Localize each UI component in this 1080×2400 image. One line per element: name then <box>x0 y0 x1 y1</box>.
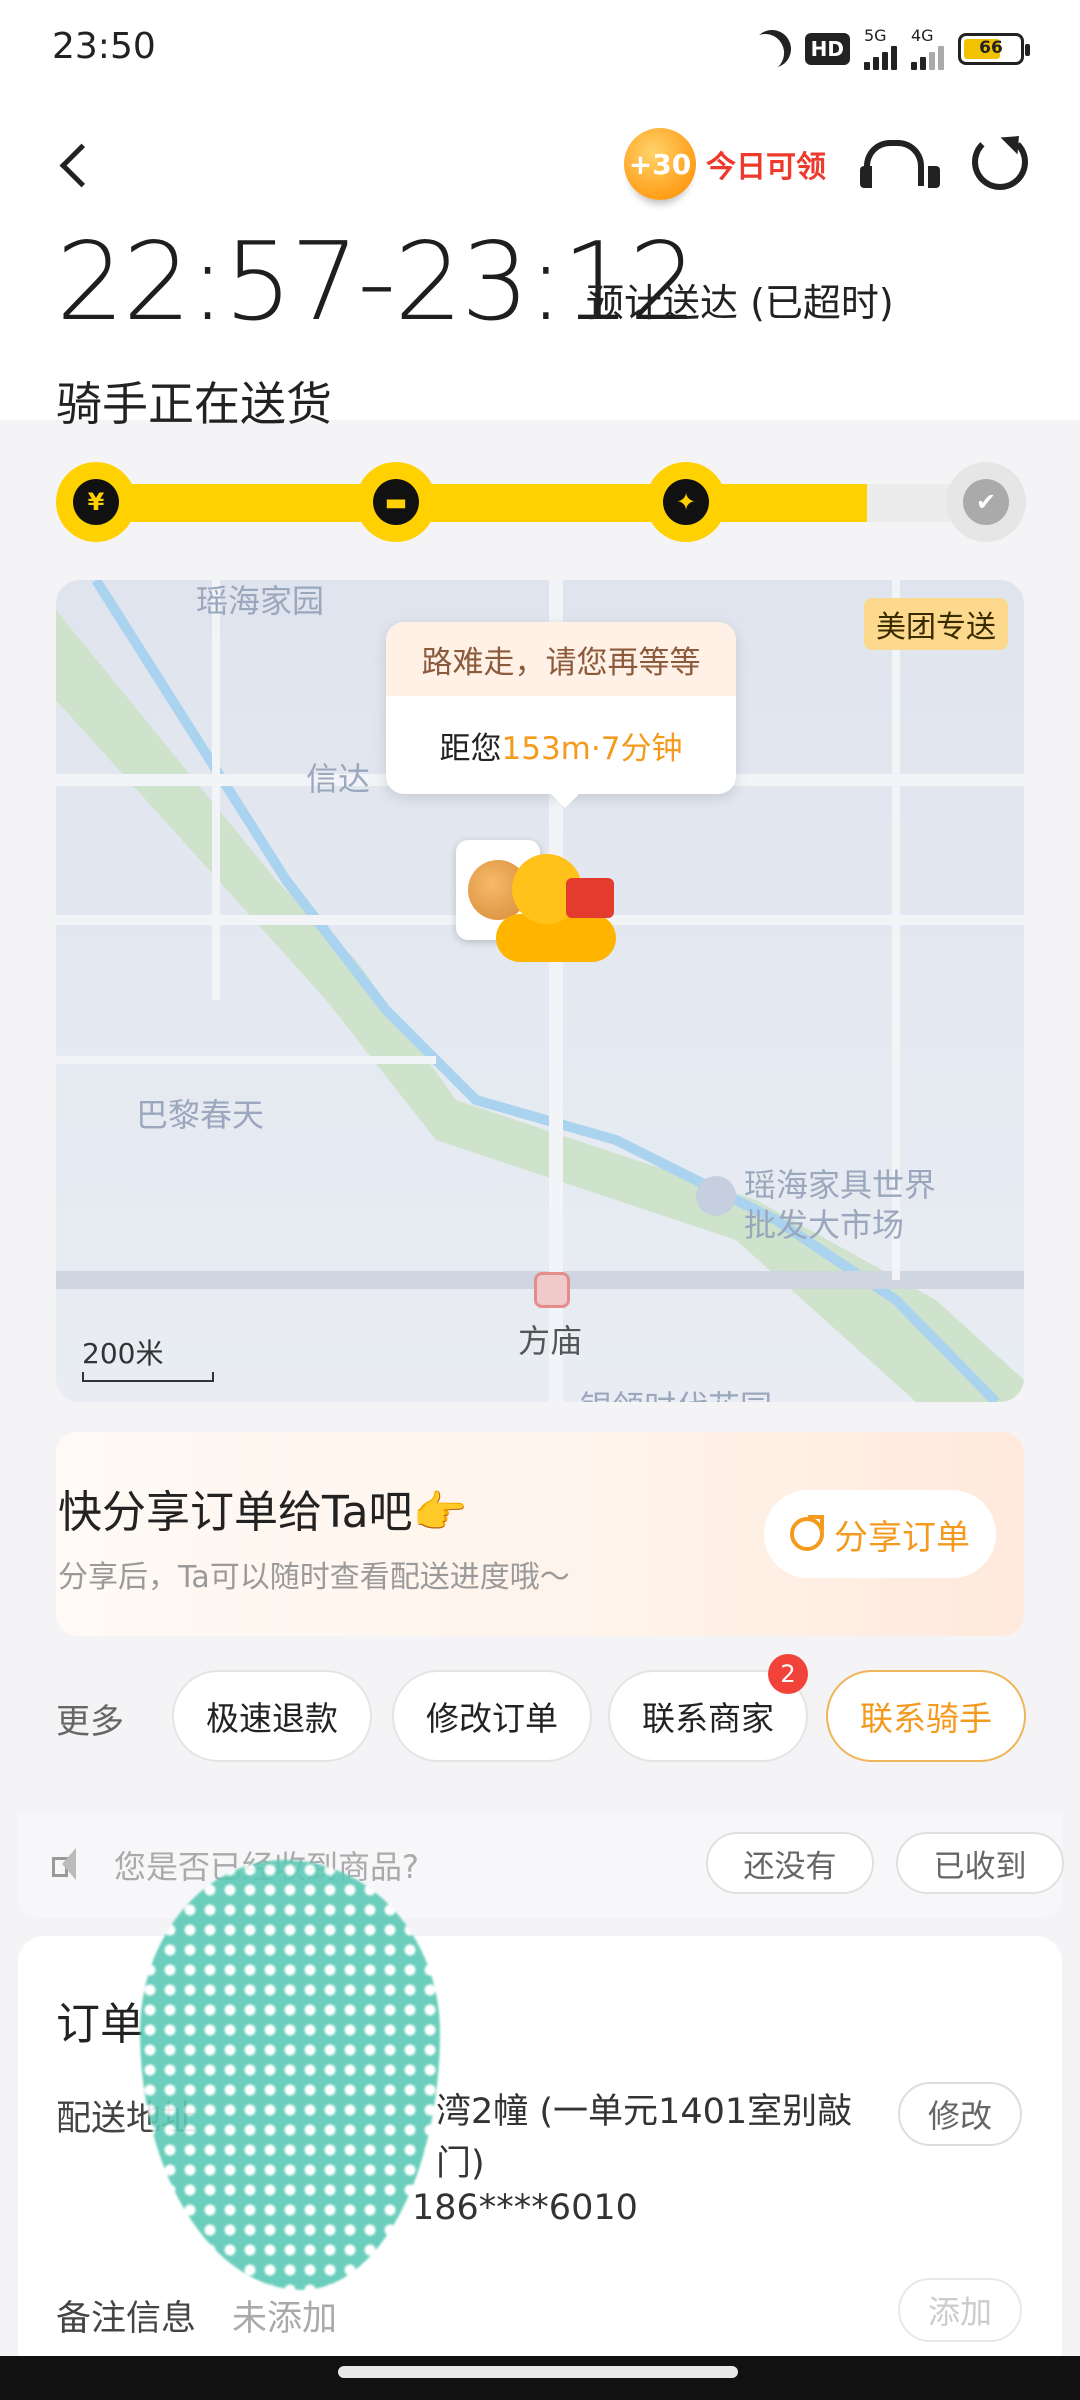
status-time: 23:50 <box>52 26 156 67</box>
map-label: 瑶海家园 <box>196 582 325 620</box>
distance-value: 153m·7分钟 <box>501 730 683 767</box>
daily-coupon-button[interactable]: +30 今日可领 <box>624 128 826 200</box>
status-bar: 23:50 HD 5G 4G 66 <box>0 0 1080 96</box>
delivery-box-icon <box>566 878 614 918</box>
address-text: 湾2幢 (一单元1401室别敲门) <box>436 2092 853 2184</box>
contact-merchant-button[interactable]: 联系商家 2 <box>608 1654 808 1762</box>
back-icon[interactable] <box>56 140 96 192</box>
map-label: 方庙 <box>518 1322 583 1360</box>
delivery-progress: ¥ ▬ ✦ ✔ <box>56 462 1026 542</box>
check-icon: ✔ <box>946 462 1026 542</box>
share-subtitle: 分享后，Ta可以随时查看配送进度哦～ <box>58 1560 570 1595</box>
navigation-bar <box>0 2356 1080 2400</box>
share-button-label: 分享订单 <box>834 1517 970 1558</box>
map-label: 批发大市场 <box>744 1206 905 1244</box>
share-title: 快分享订单给Ta吧👉 <box>58 1487 468 1538</box>
edit-address-button[interactable]: 修改 <box>898 2082 1022 2146</box>
speaker-icon <box>52 1848 80 1880</box>
coin-icon: +30 <box>624 128 696 200</box>
not-received-button[interactable]: 还没有 <box>706 1832 874 1894</box>
signal-bars-icon <box>911 44 944 70</box>
signal-4g: 4G <box>911 28 944 70</box>
signal-5g: 5G <box>864 28 897 70</box>
delivery-brand-tag: 美团专送 <box>864 598 1008 650</box>
net-label-4g: 4G <box>911 26 934 45</box>
map-label: 巴黎春天 <box>136 1096 265 1134</box>
eta-note: 预计送达 (已超时) <box>586 281 894 325</box>
scooter-icon: ✦ <box>646 462 726 542</box>
order-title: 订单 <box>56 1999 144 2050</box>
phone-number: 186****6010 <box>412 2188 638 2228</box>
modify-order-button[interactable]: 修改订单 <box>392 1670 592 1762</box>
rider-status: 骑手正在送货 <box>56 377 332 431</box>
battery-level: 66 <box>979 38 1003 58</box>
map-scale-bar <box>82 1372 214 1382</box>
note-label: 备注信息 <box>56 2299 197 2339</box>
share-icon <box>790 1515 824 1551</box>
battery-icon: 66 <box>958 33 1030 65</box>
net-label-5g: 5G <box>864 26 887 45</box>
refresh-icon[interactable] <box>972 134 1028 190</box>
payment-icon: ¥ <box>56 462 136 542</box>
do-not-disturb-icon <box>746 23 798 75</box>
map-label: 信达 <box>306 760 371 798</box>
status-icons: HD 5G 4G 66 <box>753 28 1030 70</box>
share-order-card: 快分享订单给Ta吧👉 分享后，Ta可以随时查看配送进度哦～ 分享订单 <box>56 1432 1024 1636</box>
delivery-map[interactable]: 瑶海家园 信达 巴黎春天 瑶海家具世界 批发大市场 方庙 银领时代花园 美团专送… <box>56 580 1024 1402</box>
hd-icon: HD <box>804 33 850 65</box>
received-button[interactable]: 已收到 <box>896 1832 1064 1894</box>
home-indicator[interactable] <box>338 2366 738 2378</box>
fast-refund-button[interactable]: 极速退款 <box>172 1670 372 1762</box>
share-order-button[interactable]: 分享订单 <box>764 1490 996 1578</box>
metro-icon <box>534 1272 570 1308</box>
note-value: 未添加 <box>232 2299 338 2339</box>
message-badge: 2 <box>768 1654 808 1694</box>
progress-fill <box>76 484 867 522</box>
order-tracking-page: 23:50 HD 5G 4G 66 +30 今日可领 22:57-23:12 预… <box>0 0 1080 2400</box>
contact-rider-button[interactable]: 联系骑手 <box>826 1670 1026 1762</box>
headset-icon[interactable] <box>856 134 940 198</box>
bubble-distance-row: 距您 153m·7分钟 <box>386 696 736 794</box>
more-label: 更多 <box>56 1702 124 1742</box>
receipt-confirm-bar: 您是否已经收到商品? 还没有 已收到 <box>18 1812 1064 1918</box>
add-note-button[interactable]: 添加 <box>898 2278 1022 2342</box>
rider-marker[interactable] <box>456 840 646 970</box>
coupon-amount: +30 <box>628 147 692 181</box>
coupon-label: 今日可领 <box>706 150 826 185</box>
signal-bars-icon <box>864 44 897 70</box>
map-label: 银领时代花园 <box>580 1382 772 1402</box>
rider-info-bubble: 路难走，请您再等等 距您 153m·7分钟 <box>386 622 736 808</box>
bubble-message: 路难走，请您再等等 <box>386 622 736 696</box>
distance-prefix: 距您 <box>439 730 502 767</box>
market-icon <box>696 1176 736 1216</box>
map-scale-label: 200米 <box>82 1337 164 1370</box>
shop-icon: ▬ <box>356 462 436 542</box>
